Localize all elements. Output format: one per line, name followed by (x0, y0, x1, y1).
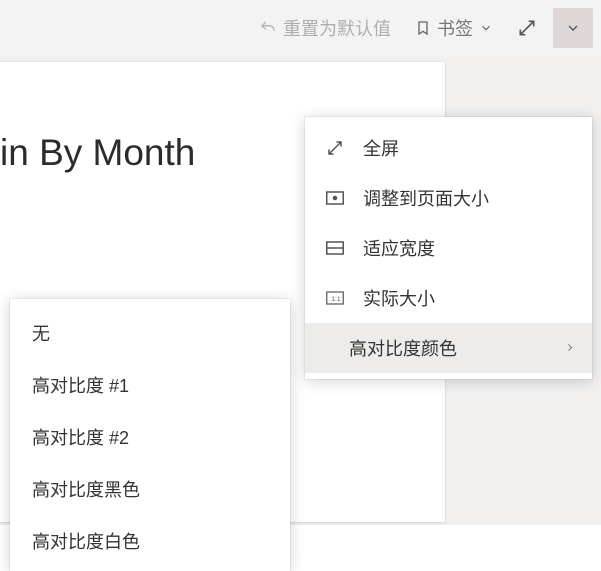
menu-item-label: 适应宽度 (363, 235, 435, 261)
reset-default-button[interactable]: 重置为默认值 (251, 9, 399, 47)
menu-item-actual-size[interactable]: 1:1 实际大小 (305, 273, 592, 323)
content-area: in By Month 全屏 调整到页面大小 (0, 56, 601, 525)
menu-item-label: 实际大小 (363, 285, 435, 311)
chevron-down-icon (565, 20, 581, 36)
submenu-item-label: 高对比度 #1 (32, 376, 129, 396)
svg-text:1:1: 1:1 (331, 296, 341, 303)
submenu-item-hc1[interactable]: 高对比度 #1 (10, 359, 290, 411)
menu-item-label: 调整到页面大小 (363, 185, 489, 211)
fit-page-icon (325, 188, 345, 208)
fullscreen-icon (325, 138, 345, 158)
submenu-item-none[interactable]: 无 (10, 307, 290, 359)
submenu-item-hc2[interactable]: 高对比度 #2 (10, 411, 290, 463)
reset-default-label: 重置为默认值 (283, 15, 391, 41)
toolbar: 重置为默认值 书签 (0, 0, 601, 56)
fullscreen-toggle-button[interactable] (509, 12, 545, 44)
chevron-down-icon (479, 21, 493, 35)
menu-item-fit-width[interactable]: 适应宽度 (305, 223, 592, 273)
submenu-item-label: 高对比度黑色 (32, 480, 140, 500)
bookmark-label: 书签 (437, 15, 473, 41)
high-contrast-submenu: 无 高对比度 #1 高对比度 #2 高对比度黑色 高对比度白色 (10, 299, 290, 571)
submenu-item-label: 高对比度白色 (32, 532, 140, 552)
bookmark-button[interactable]: 书签 (407, 9, 501, 47)
chevron-right-icon (564, 338, 576, 359)
view-menu-toggle-button[interactable] (553, 8, 593, 48)
fullscreen-icon (517, 18, 537, 38)
menu-item-label: 全屏 (363, 135, 399, 161)
submenu-item-hc-black[interactable]: 高对比度黑色 (10, 463, 290, 515)
menu-item-fullscreen[interactable]: 全屏 (305, 123, 592, 173)
bookmark-icon (415, 19, 431, 37)
submenu-item-label: 高对比度 #2 (32, 428, 129, 448)
actual-size-icon: 1:1 (325, 288, 345, 308)
menu-item-label: 高对比度颜色 (349, 335, 457, 361)
submenu-item-hc-white[interactable]: 高对比度白色 (10, 515, 290, 567)
fit-width-icon (325, 238, 345, 258)
menu-item-fit-page[interactable]: 调整到页面大小 (305, 173, 592, 223)
submenu-item-label: 无 (32, 324, 50, 344)
menu-item-high-contrast[interactable]: 高对比度颜色 (305, 323, 592, 373)
undo-icon (259, 19, 277, 37)
view-menu: 全屏 调整到页面大小 适应宽度 1:1 (305, 117, 592, 379)
